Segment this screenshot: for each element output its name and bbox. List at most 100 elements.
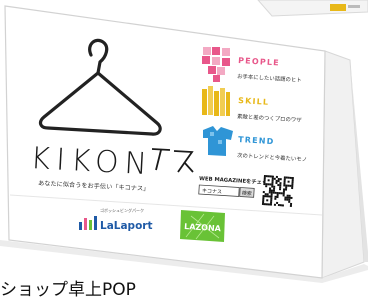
qr-module xyxy=(276,191,279,195)
qr-module xyxy=(284,188,288,191)
qr-module xyxy=(265,185,268,188)
qr-module xyxy=(276,193,279,197)
qr-module xyxy=(265,203,269,206)
qr-module xyxy=(262,200,265,204)
qr-module xyxy=(288,194,291,197)
qr-module xyxy=(276,201,279,205)
qr-module xyxy=(280,192,283,195)
qr-module xyxy=(291,184,294,188)
qr-module xyxy=(277,204,281,207)
qr-module xyxy=(273,177,276,180)
qr-module xyxy=(288,200,291,203)
qr-module xyxy=(266,199,269,202)
qr-module xyxy=(271,175,274,178)
qr-module xyxy=(266,195,269,198)
qr-module xyxy=(265,183,268,186)
qr-module xyxy=(288,196,291,199)
qr-module xyxy=(275,175,278,178)
qr-module xyxy=(272,191,275,194)
qr-module xyxy=(269,187,272,190)
qr-module xyxy=(268,191,271,194)
qr-code xyxy=(261,175,294,208)
search-value: キコナス xyxy=(202,188,222,195)
qr-module xyxy=(289,204,292,208)
qr-module xyxy=(262,196,265,200)
qr-module xyxy=(291,182,294,186)
lalaport-label: LaLaport xyxy=(100,220,152,232)
qr-module xyxy=(279,184,282,187)
qr-module xyxy=(287,180,290,183)
qr-module xyxy=(270,195,273,198)
qr-module xyxy=(283,180,286,183)
qr-module xyxy=(263,176,266,180)
qr-module xyxy=(285,186,288,189)
qr-module xyxy=(263,182,266,186)
qr-module xyxy=(284,196,287,199)
qr-module xyxy=(262,194,265,198)
qr-module xyxy=(289,184,292,187)
qr-module xyxy=(282,194,285,197)
qr-module xyxy=(267,179,270,182)
qr-module xyxy=(282,188,286,191)
qr-module xyxy=(272,187,276,190)
qr-module xyxy=(283,178,286,181)
qr-module xyxy=(270,189,273,192)
qr-module xyxy=(272,189,275,192)
qr-module xyxy=(270,197,273,200)
qr-module xyxy=(270,191,273,194)
qr-module xyxy=(287,176,290,179)
qr-module xyxy=(271,183,274,186)
qr-module xyxy=(291,186,294,190)
qr-module xyxy=(270,199,273,202)
qr-module xyxy=(267,183,270,186)
qr-module xyxy=(278,188,282,191)
qr-module xyxy=(277,179,280,183)
qr-module xyxy=(271,185,274,188)
qr-module xyxy=(263,175,266,178)
qr-module xyxy=(279,186,282,189)
qr-module xyxy=(291,176,294,180)
qr-module xyxy=(290,196,293,200)
qr-module xyxy=(273,185,276,188)
qr-module xyxy=(279,182,282,185)
qr-module xyxy=(266,193,269,196)
search-button-label: 検索 xyxy=(242,190,252,198)
qr-module xyxy=(291,178,294,182)
qr-module xyxy=(285,176,288,179)
pop-stand-photo: KIKON あなたに似合うをお手伝い「キコナス」 PEOPLE お手本にしたい話… xyxy=(0,0,368,283)
qr-module xyxy=(279,178,282,181)
qr-module xyxy=(288,198,291,201)
qr-module xyxy=(287,184,290,187)
qr-module xyxy=(291,180,294,184)
qr-module xyxy=(264,193,267,196)
qr-module xyxy=(270,201,273,204)
qr-module xyxy=(262,190,265,194)
qr-module xyxy=(262,198,265,202)
qr-module xyxy=(274,197,277,200)
qr-module xyxy=(268,195,271,198)
qr-module xyxy=(283,176,286,179)
qr-module xyxy=(286,198,289,201)
qr-module xyxy=(261,202,265,206)
qr-module xyxy=(285,184,288,187)
caption-area: ショップ卓上POP xyxy=(0,279,368,299)
qr-module xyxy=(277,183,280,187)
qr-module xyxy=(269,183,272,186)
qr-module xyxy=(289,176,292,179)
qr-module xyxy=(277,177,280,181)
qr-module xyxy=(276,195,279,199)
qr-module xyxy=(268,189,272,192)
qr-module xyxy=(275,181,278,184)
qr-module xyxy=(267,203,271,206)
lazona-logo: LAZONA xyxy=(180,210,225,242)
qr-module xyxy=(263,203,267,206)
qr-module xyxy=(263,180,266,184)
qr-module xyxy=(289,202,293,206)
qr-module xyxy=(274,191,277,194)
qr-module xyxy=(263,178,266,182)
qr-module xyxy=(271,179,274,182)
qr-module xyxy=(275,179,278,182)
qr-module xyxy=(269,203,273,206)
qr-module xyxy=(278,192,281,195)
caption-text: ショップ卓上POP xyxy=(0,280,136,299)
